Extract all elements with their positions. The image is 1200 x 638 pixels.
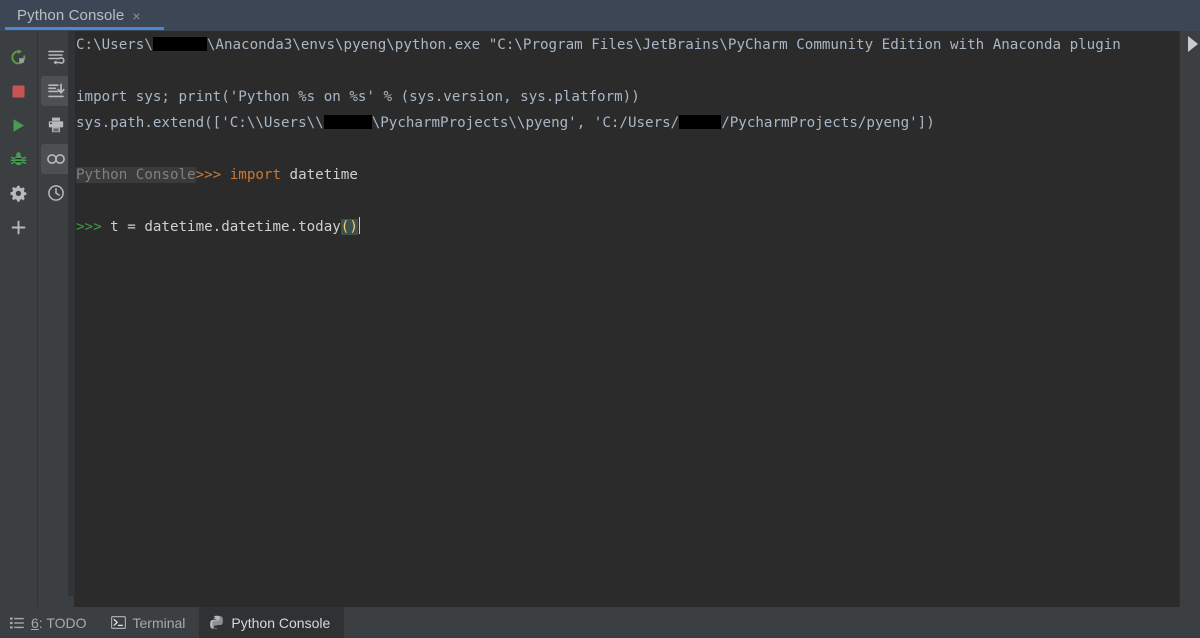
list-icon (10, 617, 24, 629)
code-segment: C:\Users\ (76, 37, 153, 53)
close-icon[interactable]: × (132, 9, 140, 23)
console-output-area[interactable]: C:\Users\ \Anaconda3\envs\pyeng\python.ex… (75, 31, 1179, 596)
print-icon[interactable] (41, 110, 71, 140)
code-segment: /PycharmProjects/pyeng']) (721, 115, 935, 131)
syspath-extend-line: sys.path.extend(['C:\\Users\\ \PycharmPro… (76, 110, 935, 136)
code-segment: \PycharmProjects\\pyeng', 'C:/Users/ (371, 115, 680, 131)
code-segment: import sys; print('Python %s on %s' % (s… (76, 89, 640, 105)
rerun-icon[interactable] (4, 42, 34, 72)
bottom-tool-window-bar: 6: TODO Terminal Python Console (0, 607, 1200, 638)
redacted-username (152, 37, 207, 51)
import-datetime-line: Python Console>>> import datetime (76, 162, 358, 188)
status-todo[interactable]: 6: TODO (0, 607, 101, 638)
status-python-console[interactable]: Python Console (199, 607, 345, 638)
code-segment: () (340, 219, 358, 235)
console-right-rail-divider (1179, 31, 1180, 607)
status-todo-text: : TODO (38, 614, 87, 631)
code-segment: >>> (76, 219, 111, 235)
status-python-console-label: Python Console (231, 614, 331, 631)
status-terminal[interactable]: Terminal (101, 607, 200, 638)
code-segment: >>> (195, 167, 230, 183)
debug-icon[interactable] (4, 144, 34, 174)
console-gutter (68, 31, 75, 596)
status-todo-index: 6 (31, 614, 39, 631)
import-sys-line: import sys; print('Python %s on %s' % (s… (76, 84, 640, 110)
status-todo-label: 6: TODO (31, 615, 87, 631)
horizontal-scrollbar-track[interactable] (75, 596, 1179, 607)
code-segment: Python Console (76, 167, 196, 183)
eyes-icon[interactable] (41, 144, 71, 174)
code-segment: t = datetime.datetime.today (110, 219, 341, 235)
execute-icon[interactable] (4, 110, 34, 140)
python-logo-icon (209, 615, 224, 630)
status-terminal-label: Terminal (132, 614, 186, 631)
code-segment: sys.path.extend(['C:\\Users\\ (76, 115, 324, 131)
console-right-rail (1179, 31, 1200, 607)
stop-icon[interactable] (4, 76, 34, 106)
scroll-to-end-icon[interactable] (41, 76, 71, 106)
tab-active-underline (5, 27, 164, 30)
text-caret (358, 217, 360, 234)
redacted-username (323, 115, 372, 129)
soft-wrap-icon[interactable] (41, 42, 71, 72)
code-segment: import (229, 167, 282, 183)
tab-label: Python Console (17, 7, 125, 24)
terminal-icon (110, 616, 126, 629)
settings-icon[interactable] (4, 178, 34, 208)
redacted-username (679, 115, 722, 129)
console-tab-bar: Python Console × (0, 0, 1200, 31)
console-code: C:\Users\ \Anaconda3\envs\pyeng\python.ex… (75, 31, 1121, 235)
code-segment: datetime (281, 167, 358, 183)
add-icon[interactable] (4, 212, 34, 242)
pycharm-python-console-window: Python Console × C:\Users\ \Anaconda3\en… (0, 0, 1200, 638)
interpreter-path-line: C:\Users\ \Anaconda3\envs\pyeng\python.ex… (76, 32, 1121, 58)
code-segment: \Anaconda3\envs\pyeng\python.exe "C:\Pro… (206, 37, 1121, 53)
today-input-line[interactable]: >>> t = datetime.datetime.today() (76, 214, 360, 240)
history-icon[interactable] (41, 178, 71, 208)
console-run-toolbar (0, 31, 37, 607)
